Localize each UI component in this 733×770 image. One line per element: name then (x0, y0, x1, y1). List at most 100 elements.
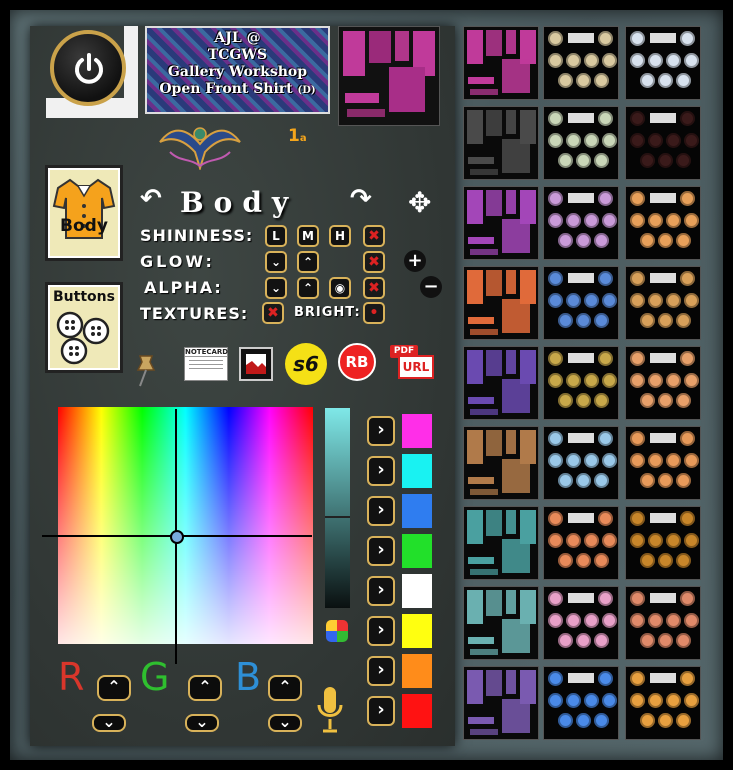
button-texture-thumbnail[interactable] (625, 106, 701, 180)
button-sample (548, 351, 563, 366)
button-texture-thumbnail[interactable] (543, 26, 619, 100)
button-sample (598, 111, 613, 126)
bright-toggle-button[interactable]: • (363, 302, 385, 324)
luminance-slider-handle[interactable] (325, 516, 350, 518)
button-texture-thumbnail[interactable] (543, 266, 619, 340)
thumbnail-tag (650, 273, 676, 283)
color-swatch[interactable] (402, 534, 432, 568)
body-card-label: Body (60, 216, 108, 236)
thumbnail-tag (650, 353, 676, 363)
button-texture-thumbnail[interactable] (543, 346, 619, 420)
buttons-card-button[interactable]: Buttons (48, 285, 120, 370)
palette-icon[interactable] (326, 620, 348, 642)
thumbnail-tag (650, 673, 676, 683)
chevron-up-icon: ⌃ (302, 281, 314, 295)
button-sample (648, 533, 663, 548)
shirt-texture-thumbnail[interactable] (463, 106, 539, 180)
picker-cursor[interactable] (170, 530, 184, 544)
button-texture-thumbnail[interactable] (543, 106, 619, 180)
glow-down-button[interactable]: ⌄ (265, 251, 287, 273)
button-texture-thumbnail[interactable] (625, 186, 701, 260)
shirt-texture-thumbnail[interactable] (463, 586, 539, 660)
title-line-3: Gallery Workshop (167, 64, 308, 80)
close-icon: ✖ (368, 280, 380, 296)
button-texture-thumbnail[interactable] (625, 506, 701, 580)
blue-up-button[interactable]: ⌃ (268, 675, 302, 701)
pdf-url-button[interactable]: PDF URL (390, 343, 436, 379)
green-up-button[interactable]: ⌃ (188, 675, 222, 701)
rb-button[interactable]: RB (338, 343, 376, 381)
red-up-button[interactable]: ⌃ (97, 675, 131, 701)
shininess-high-button[interactable]: H (329, 225, 351, 247)
button-sample (658, 313, 673, 328)
glow-off-button[interactable]: ✖ (363, 251, 385, 273)
button-texture-thumbnail[interactable] (543, 666, 619, 740)
red-down-button[interactable]: ⌄ (92, 714, 126, 732)
previous-section-arrow-icon[interactable]: ↶ (140, 184, 162, 214)
apply-swatch-button[interactable]: › (367, 536, 395, 566)
shirt-texture-thumbnail[interactable] (463, 506, 539, 580)
textures-off-button[interactable]: ✖ (262, 302, 284, 324)
apply-swatch-button[interactable]: › (367, 616, 395, 646)
button-texture-thumbnail[interactable] (625, 426, 701, 500)
color-swatch[interactable] (402, 694, 432, 728)
red-channel-label: R (58, 655, 85, 699)
button-texture-thumbnail[interactable] (625, 586, 701, 660)
button-texture-thumbnail[interactable] (543, 586, 619, 660)
apply-swatch-button[interactable]: › (367, 416, 395, 446)
alpha-down-button[interactable]: ⌄ (265, 277, 287, 299)
color-picker-field[interactable] (58, 407, 313, 644)
thumbnail-tag (650, 593, 676, 603)
apply-swatch-button[interactable]: › (367, 656, 395, 686)
alpha-visibility-button[interactable]: ◉ (329, 277, 351, 299)
next-section-arrow-icon[interactable]: ↷ (350, 184, 372, 214)
luminance-slider[interactable] (325, 408, 350, 608)
sewing-buttons-icon (56, 311, 110, 365)
green-down-button[interactable]: ⌄ (185, 714, 219, 732)
blue-down-button[interactable]: ⌄ (268, 714, 302, 732)
color-swatch[interactable] (402, 654, 432, 688)
button-sample (648, 293, 663, 308)
s6-button[interactable]: s6 (285, 343, 327, 385)
shirt-texture-thumbnail[interactable] (463, 426, 539, 500)
color-swatch[interactable] (402, 414, 432, 448)
alpha-off-button[interactable]: ✖ (363, 277, 385, 299)
shirt-texture-thumbnail[interactable] (463, 186, 539, 260)
shirt-texture-thumbnail[interactable] (463, 26, 539, 100)
power-button[interactable] (50, 30, 126, 106)
button-texture-thumbnail[interactable] (625, 266, 701, 340)
microphone-icon[interactable] (315, 685, 345, 735)
color-swatch[interactable] (402, 494, 432, 528)
color-swatch[interactable] (402, 454, 432, 488)
color-swatch[interactable] (402, 574, 432, 608)
apply-swatch-button[interactable]: › (367, 496, 395, 526)
pushpin-icon[interactable] (132, 352, 160, 388)
shirt-texture-thumbnail[interactable] (463, 346, 539, 420)
scale-down-button[interactable]: − (420, 276, 442, 298)
button-sample (630, 271, 645, 286)
button-texture-thumbnail[interactable] (543, 426, 619, 500)
apply-swatch-button[interactable]: › (367, 696, 395, 726)
shirt-texture-thumbnail[interactable] (463, 266, 539, 340)
apply-swatch-button[interactable]: › (367, 576, 395, 606)
body-card-button[interactable]: Body (48, 168, 120, 258)
alpha-up-button[interactable]: ⌃ (297, 277, 319, 299)
shininess-off-button[interactable]: ✖ (363, 225, 385, 247)
shininess-low-button[interactable]: L (265, 225, 287, 247)
button-texture-thumbnail[interactable] (543, 186, 619, 260)
snapshot-button[interactable] (239, 347, 273, 381)
scale-up-button[interactable]: + (404, 250, 426, 272)
button-texture-thumbnail[interactable] (625, 666, 701, 740)
button-texture-thumbnail[interactable] (625, 346, 701, 420)
move-icon[interactable]: ✥ (408, 186, 431, 219)
shininess-medium-button[interactable]: M (297, 225, 319, 247)
glow-up-button[interactable]: ⌃ (297, 251, 319, 273)
notecard-button[interactable]: NOTECARD (184, 347, 228, 381)
color-swatch[interactable] (402, 614, 432, 648)
apply-swatch-button[interactable]: › (367, 456, 395, 486)
button-sample (630, 191, 645, 206)
button-texture-thumbnail[interactable] (543, 506, 619, 580)
button-sample (676, 473, 691, 488)
shirt-texture-thumbnail[interactable] (463, 666, 539, 740)
button-texture-thumbnail[interactable] (625, 26, 701, 100)
